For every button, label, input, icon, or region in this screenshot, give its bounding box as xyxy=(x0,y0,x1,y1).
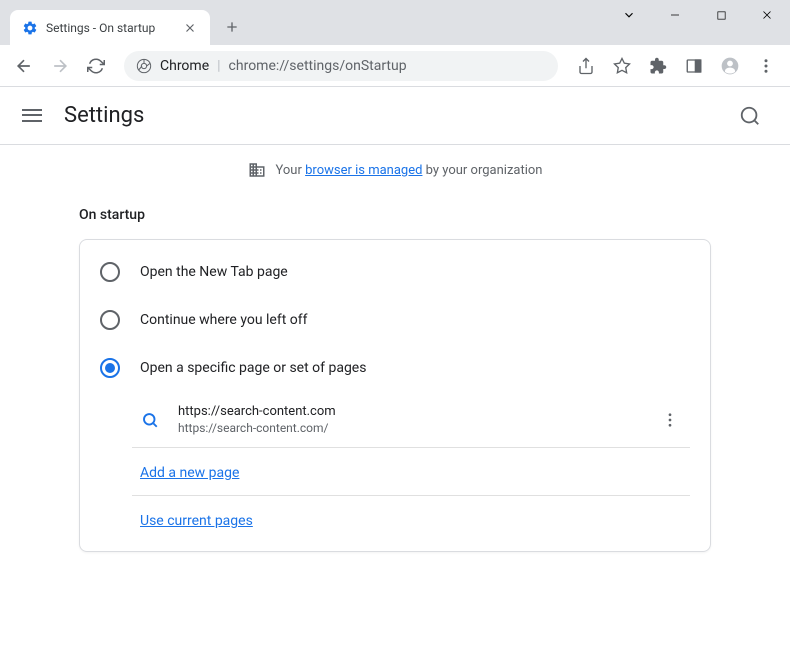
browser-tab[interactable]: Settings - On startup xyxy=(10,10,210,45)
chrome-icon xyxy=(136,58,152,74)
managed-banner: Your browser is managed by your organiza… xyxy=(0,145,790,195)
maximize-button[interactable] xyxy=(698,0,744,30)
startup-card: Open the New Tab page Continue where you… xyxy=(79,239,711,552)
extensions-icon[interactable] xyxy=(642,50,674,82)
more-icon[interactable] xyxy=(750,50,782,82)
profile-icon[interactable] xyxy=(714,50,746,82)
add-page-row: Add a new page xyxy=(132,448,690,496)
back-button[interactable] xyxy=(8,50,40,82)
window-controls xyxy=(606,0,790,30)
radio-label: Open a specific page or set of pages xyxy=(140,360,366,376)
page-title: Settings xyxy=(64,103,144,128)
minimize-button[interactable] xyxy=(652,0,698,30)
managed-text: Your browser is managed by your organiza… xyxy=(276,163,543,178)
address-text: Chrome | chrome://settings/onStartup xyxy=(160,58,407,74)
radio-label: Continue where you left off xyxy=(140,312,308,328)
browser-toolbar: Chrome | chrome://settings/onStartup xyxy=(0,45,790,87)
main-area: On startup Open the New Tab page Continu… xyxy=(55,195,735,576)
page-entry-title: https://search-content.com xyxy=(178,404,658,419)
startup-page-entry: https://search-content.com https://searc… xyxy=(132,392,690,448)
option-specific-pages[interactable]: Open a specific page or set of pages xyxy=(80,344,710,392)
radio-icon xyxy=(100,262,120,282)
pages-subsection: https://search-content.com https://searc… xyxy=(132,392,690,543)
section-title: On startup xyxy=(79,195,711,239)
use-current-link[interactable]: Use current pages xyxy=(140,513,253,529)
option-continue[interactable]: Continue where you left off xyxy=(80,296,710,344)
search-icon[interactable] xyxy=(730,96,770,136)
more-icon[interactable] xyxy=(658,408,682,432)
add-page-link[interactable]: Add a new page xyxy=(140,465,239,481)
close-button[interactable] xyxy=(744,0,790,30)
sidepanel-icon[interactable] xyxy=(678,50,710,82)
radio-icon xyxy=(100,358,120,378)
address-bar[interactable]: Chrome | chrome://settings/onStartup xyxy=(124,51,558,81)
close-icon[interactable] xyxy=(182,20,198,36)
page-entry-url: https://search-content.com/ xyxy=(178,421,658,435)
radio-icon xyxy=(100,310,120,330)
tab-title: Settings - On startup xyxy=(46,21,182,35)
page-info: https://search-content.com https://searc… xyxy=(178,404,658,435)
radio-label: Open the New Tab page xyxy=(140,264,288,280)
search-icon xyxy=(140,410,160,430)
chevron-down-icon[interactable] xyxy=(606,0,652,30)
use-current-row: Use current pages xyxy=(132,496,690,543)
building-icon xyxy=(248,161,266,179)
window-titlebar: Settings - On startup xyxy=(0,0,790,45)
managed-link[interactable]: browser is managed xyxy=(305,163,422,178)
settings-content: Settings Your browser is managed by your… xyxy=(0,87,790,661)
gear-icon xyxy=(22,20,38,36)
new-tab-button[interactable] xyxy=(218,13,246,41)
reload-button[interactable] xyxy=(80,50,112,82)
settings-header: Settings xyxy=(0,87,790,145)
forward-button[interactable] xyxy=(44,50,76,82)
bookmark-icon[interactable] xyxy=(606,50,638,82)
share-icon[interactable] xyxy=(570,50,602,82)
menu-icon[interactable] xyxy=(20,104,44,128)
option-new-tab[interactable]: Open the New Tab page xyxy=(80,248,710,296)
